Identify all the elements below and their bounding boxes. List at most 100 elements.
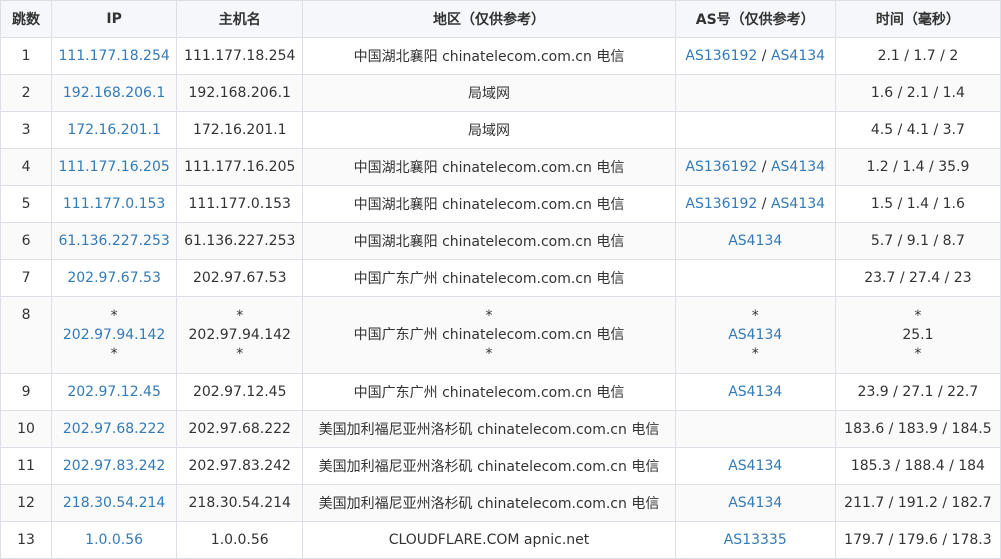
ip-link[interactable]: 202.97.12.45 <box>67 384 161 400</box>
time-cell: 4.5 / 4.1 / 3.7 <box>834 111 1001 149</box>
ip-link[interactable]: 111.177.18.254 <box>58 48 169 64</box>
region-value: 中国湖北襄阳 chinatelecom.com.cn 电信 <box>353 234 625 250</box>
region-value: 中国广东广州 chinatelecom.com.cn 电信 <box>353 385 625 401</box>
hop-number: 10 <box>17 421 35 437</box>
as-link[interactable]: AS4134 <box>728 384 782 400</box>
header-time: 时间（毫秒） <box>834 0 1001 38</box>
ip-cell: 111.177.16.205 <box>51 148 178 186</box>
region-value: 中国广东广州 chinatelecom.com.cn 电信 <box>353 326 625 343</box>
as-link[interactable]: AS136192 <box>685 196 757 212</box>
region-cell: CLOUDFLARE.COM apnic.net <box>302 521 676 559</box>
ip-cell: 192.168.206.1 <box>51 74 178 112</box>
as-cell <box>674 259 836 297</box>
as-cell: AS4134 <box>674 447 836 485</box>
time-cell: 1.6 / 2.1 / 1.4 <box>834 74 1001 112</box>
table-row: 10 202.97.68.222 202.97.68.222 美国加利福尼亚州洛杉矶 … <box>0 410 1001 448</box>
hop-number: 5 <box>21 196 31 212</box>
ip-link[interactable]: 172.16.201.1 <box>67 122 161 138</box>
region-value: 中国湖北襄阳 chinatelecom.com.cn 电信 <box>353 49 625 65</box>
hop-number: 6 <box>21 233 31 249</box>
as-link[interactable]: AS4134 <box>771 48 825 64</box>
table-header-row: 跳数 IP 主机名 地区（仅供参考） AS号（仅供参考） 时间（毫秒） <box>0 0 1001 38</box>
ip-cell: 1.0.0.56 <box>51 521 178 559</box>
host-value: 172.16.201.1 <box>192 122 287 138</box>
ip-link[interactable]: 202.97.94.142 <box>53 326 176 345</box>
time-value: 25.1 <box>902 326 934 343</box>
time-cell: 1.2 / 1.4 / 35.9 <box>834 148 1001 186</box>
host-value: 61.136.227.253 <box>184 233 296 249</box>
host-value: 111.177.18.254 <box>184 48 296 64</box>
as-timeout: * <box>751 307 759 324</box>
as-separator: / <box>757 196 771 212</box>
as-link[interactable]: AS136192 <box>685 159 757 175</box>
as-cell: AS136192 / AS4134 <box>674 37 836 75</box>
region-value: 美国加利福尼亚州洛杉矶 chinatelecom.com.cn 电信 <box>318 422 660 438</box>
as-link[interactable]: AS4134 <box>728 495 782 511</box>
region-cell: * 中国广东广州 chinatelecom.com.cn 电信 * <box>302 296 676 374</box>
as-link[interactable]: AS4134 <box>728 233 782 249</box>
time-value: 23.7 / 27.4 / 23 <box>864 270 972 286</box>
as-link[interactable]: AS4134 <box>676 326 834 345</box>
region-value: 局域网 <box>467 123 510 139</box>
region-value: 中国广东广州 chinatelecom.com.cn 电信 <box>353 271 625 287</box>
host-cell: * 202.97.94.142 * <box>176 296 304 374</box>
time-value: 5.7 / 9.1 / 8.7 <box>870 233 965 249</box>
region-cell: 中国广东广州 chinatelecom.com.cn 电信 <box>302 259 676 297</box>
as-link[interactable]: AS136192 <box>685 48 757 64</box>
as-cell <box>674 111 836 149</box>
host-value: 218.30.54.214 <box>188 495 291 511</box>
ip-link[interactable]: 111.177.0.153 <box>63 196 165 212</box>
hop-cell: 2 <box>0 74 53 112</box>
ip-cell: * 202.97.94.142 * <box>51 296 178 374</box>
table-row: 9 202.97.12.45 202.97.12.45 中国广东广州 chinatel… <box>0 373 1001 411</box>
ip-link[interactable]: 202.97.83.242 <box>63 458 165 474</box>
region-value: CLOUDFLARE.COM apnic.net <box>388 532 590 548</box>
ip-cell: 61.136.227.253 <box>51 222 178 260</box>
as-link[interactable]: AS4134 <box>728 458 782 474</box>
ip-link[interactable]: 111.177.16.205 <box>58 159 169 175</box>
hop-number: 8 <box>21 307 31 323</box>
table-row: 11 202.97.83.242 202.97.83.242 美国加利福尼亚州洛杉矶 … <box>0 447 1001 485</box>
time-cell: 185.3 / 188.4 / 184 <box>834 447 1001 485</box>
as-link[interactable]: AS4134 <box>771 159 825 175</box>
time-value: 183.6 / 183.9 / 184.5 <box>844 421 992 437</box>
as-cell: AS4134 <box>674 484 836 522</box>
as-link[interactable]: AS13335 <box>724 532 787 548</box>
ip-link[interactable]: 202.97.68.222 <box>63 421 165 437</box>
region-value: 美国加利福尼亚州洛杉矶 chinatelecom.com.cn 电信 <box>318 459 660 475</box>
hop-number: 4 <box>21 159 31 175</box>
region-cell: 美国加利福尼亚州洛杉矶 chinatelecom.com.cn 电信 <box>302 410 676 448</box>
host-value: 202.97.12.45 <box>192 384 287 400</box>
ip-link[interactable]: 192.168.206.1 <box>63 85 165 101</box>
table-row: 12 218.30.54.214 218.30.54.214 美国加利福尼亚州洛杉矶 … <box>0 484 1001 522</box>
time-cell: 179.7 / 179.6 / 178.3 <box>834 521 1001 559</box>
host-value: 1.0.0.56 <box>210 532 269 548</box>
region-value: * <box>485 307 493 324</box>
ip-link[interactable]: 1.0.0.56 <box>85 532 143 548</box>
as-cell: AS4134 <box>674 373 836 411</box>
ip-cell: 202.97.12.45 <box>51 373 178 411</box>
host-value: 202.97.83.242 <box>188 458 291 474</box>
ip-link[interactable]: 202.97.67.53 <box>67 270 161 286</box>
table-row: 1 111.177.18.254 111.177.18.254 中国湖北襄阳 chin… <box>0 37 1001 75</box>
host-value: 202.97.67.53 <box>192 270 287 286</box>
as-link[interactable]: AS4134 <box>771 196 825 212</box>
hop-number: 3 <box>21 122 31 138</box>
as-separator: / <box>757 159 771 175</box>
time-cell: 2.1 / 1.7 / 2 <box>834 37 1001 75</box>
table-row: 5 111.177.0.153 111.177.0.153 中国湖北襄阳 chinat… <box>0 185 1001 223</box>
header-ip: IP <box>51 0 178 38</box>
ip-timeout: * <box>110 345 118 362</box>
ip-link[interactable]: 61.136.227.253 <box>58 233 169 249</box>
time-cell: 183.6 / 183.9 / 184.5 <box>834 410 1001 448</box>
region-cell: 中国湖北襄阳 chinatelecom.com.cn 电信 <box>302 37 676 75</box>
hop-cell: 10 <box>0 410 53 448</box>
as-cell: AS136192 / AS4134 <box>674 185 836 223</box>
as-cell: * AS4134 * <box>674 296 836 374</box>
region-value: 中国湖北襄阳 chinatelecom.com.cn 电信 <box>353 160 625 176</box>
host-value: 192.168.206.1 <box>188 85 291 101</box>
as-cell <box>674 74 836 112</box>
host-value: 202.97.68.222 <box>188 421 291 437</box>
as-cell <box>674 410 836 448</box>
ip-link[interactable]: 218.30.54.214 <box>63 495 165 511</box>
